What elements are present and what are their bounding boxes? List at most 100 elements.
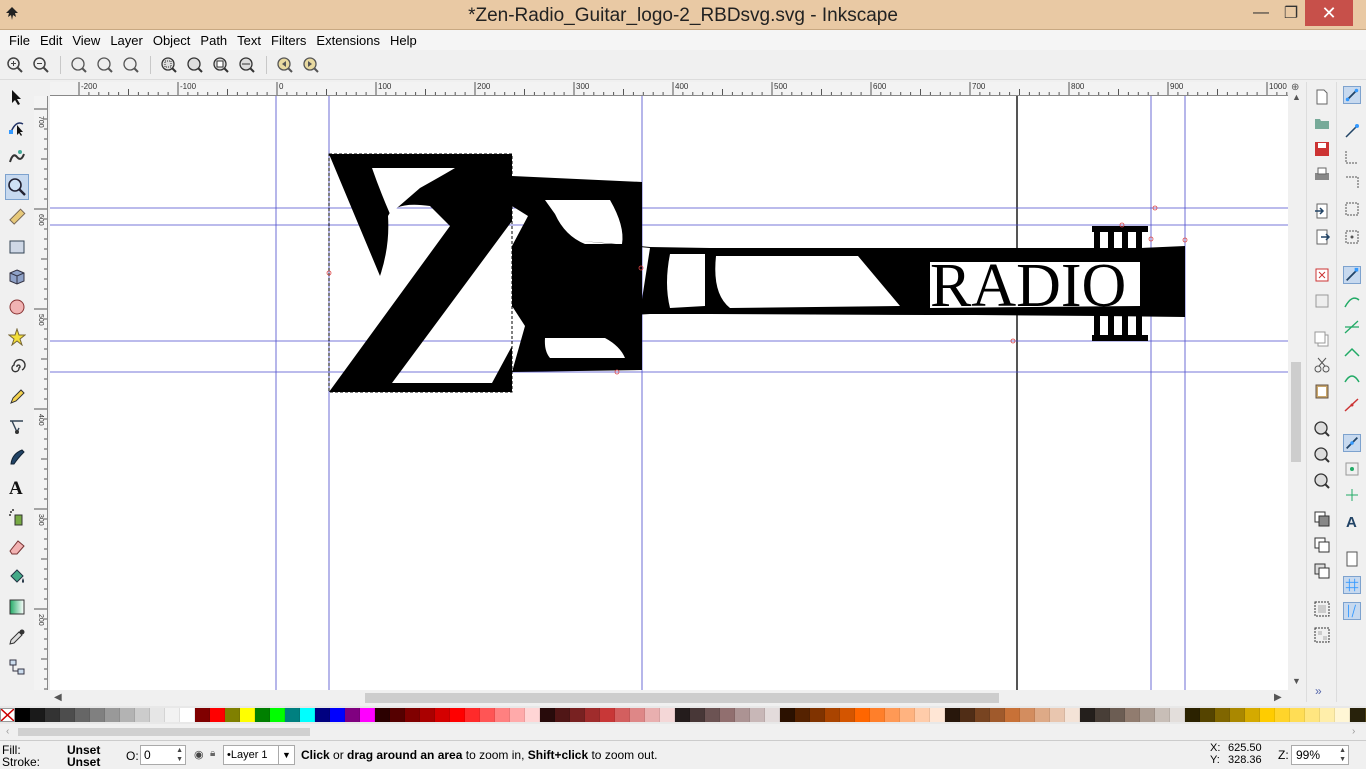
palette-swatches[interactable] [15, 708, 1366, 722]
color-swatch[interactable] [1050, 708, 1065, 722]
color-swatch[interactable] [135, 708, 150, 722]
layer-dropdown[interactable]: •Layer 1 ▼ [223, 745, 295, 765]
menu-view[interactable]: View [67, 33, 105, 48]
zoom-tool[interactable] [5, 174, 29, 200]
palette-scrollbar[interactable]: ‹ › [0, 724, 1366, 740]
color-swatch[interactable] [465, 708, 480, 722]
color-swatch[interactable] [75, 708, 90, 722]
horizontal-scrollbar[interactable]: ◀ ▶ [50, 690, 1288, 706]
snap-path-intersection-icon[interactable] [1343, 318, 1361, 336]
color-swatch[interactable] [1020, 708, 1035, 722]
color-swatch[interactable] [960, 708, 975, 722]
color-swatch[interactable] [870, 708, 885, 722]
snap-bbox-edge-icon[interactable] [1343, 148, 1361, 166]
lock-icon[interactable]: 🔒︎ [210, 748, 215, 759]
color-swatch[interactable] [795, 708, 810, 722]
horizontal-ruler[interactable]: -200 -100 0 100 200 300 400 500 600 700 … [50, 82, 1288, 96]
color-swatch[interactable] [1095, 708, 1110, 722]
clone-icon[interactable] [1313, 536, 1331, 554]
ellipse-tool[interactable] [5, 294, 29, 320]
color-swatch[interactable] [225, 708, 240, 722]
snap-rotation-centers-icon[interactable] [1343, 486, 1361, 504]
color-swatch[interactable] [345, 708, 360, 722]
color-swatch[interactable] [315, 708, 330, 722]
connector-tool[interactable] [5, 654, 29, 680]
color-swatch[interactable] [1185, 708, 1200, 722]
color-swatch[interactable] [1080, 708, 1095, 722]
star-tool[interactable] [5, 324, 29, 350]
stroke-value[interactable]: Unset [67, 755, 100, 769]
color-swatch[interactable] [930, 708, 945, 722]
zoom-selection-right-icon[interactable] [1313, 420, 1331, 438]
horizontal-scroll-thumb[interactable] [365, 693, 999, 703]
color-swatch[interactable] [945, 708, 960, 722]
vertical-scrollbar[interactable]: ⊕ ▲ ▼ [1288, 82, 1304, 690]
snap-page-border-icon[interactable] [1343, 550, 1361, 568]
color-swatch[interactable] [630, 708, 645, 722]
color-swatch[interactable] [720, 708, 735, 722]
palette-scroll-thumb[interactable] [18, 728, 310, 736]
open-folder-icon[interactable] [1313, 114, 1331, 132]
eraser-tool[interactable] [5, 534, 29, 560]
color-swatch[interactable] [195, 708, 210, 722]
color-swatch[interactable] [1005, 708, 1020, 722]
zoom-1-2-icon[interactable] [96, 56, 114, 74]
copy-icon[interactable] [1313, 330, 1331, 348]
color-swatch[interactable] [1125, 708, 1140, 722]
calligraphy-tool[interactable] [5, 444, 29, 470]
cut-icon[interactable] [1313, 356, 1331, 374]
snap-guides-icon[interactable] [1343, 602, 1361, 620]
color-swatch[interactable] [480, 708, 495, 722]
ungroup-icon[interactable] [1313, 626, 1331, 644]
color-swatch[interactable] [675, 708, 690, 722]
color-swatch[interactable] [600, 708, 615, 722]
snap-bbox-corner-icon[interactable] [1343, 174, 1361, 192]
color-swatch[interactable] [30, 708, 45, 722]
tweak-tool[interactable] [5, 144, 29, 170]
zoom-selection-icon[interactable] [160, 56, 178, 74]
color-swatch[interactable] [450, 708, 465, 722]
color-swatch[interactable] [240, 708, 255, 722]
scroll-left-icon[interactable]: ◀ [54, 692, 62, 703]
color-swatch[interactable] [435, 708, 450, 722]
snap-others-icon[interactable] [1343, 434, 1361, 452]
color-swatch[interactable] [1035, 708, 1050, 722]
3dbox-tool[interactable] [5, 264, 29, 290]
logo-z[interactable] [329, 154, 512, 392]
color-swatch[interactable] [405, 708, 420, 722]
snap-enable-icon[interactable] [1343, 86, 1361, 104]
color-swatch[interactable] [300, 708, 315, 722]
color-swatch[interactable] [1155, 708, 1170, 722]
color-swatch[interactable] [270, 708, 285, 722]
undo-icon[interactable] [1313, 266, 1331, 284]
zoom-prev-icon[interactable] [276, 56, 294, 74]
drawing-canvas[interactable]: RADIO [50, 96, 1288, 690]
zoom-2-1-icon[interactable] [122, 56, 140, 74]
color-swatch[interactable] [15, 708, 30, 722]
pencil-tool[interactable] [5, 384, 29, 410]
zoom-drawing-icon[interactable] [186, 56, 204, 74]
color-swatch[interactable] [735, 708, 750, 722]
dropper-tool[interactable] [5, 624, 29, 650]
more-commands-icon[interactable]: » [1315, 684, 1322, 698]
chevron-down-icon[interactable]: ▼ [278, 746, 294, 764]
scroll-up-icon[interactable]: ▲ [1292, 92, 1301, 102]
measure-tool[interactable] [5, 204, 29, 230]
color-swatch[interactable] [1215, 708, 1230, 722]
color-swatch[interactable] [540, 708, 555, 722]
menu-extensions[interactable]: Extensions [311, 33, 385, 48]
snap-bbox-center-icon[interactable] [1343, 228, 1361, 246]
color-swatch[interactable] [750, 708, 765, 722]
snap-paths-icon[interactable] [1343, 292, 1361, 310]
palette-scroll-right-icon[interactable]: › [1352, 726, 1355, 737]
color-swatch[interactable] [900, 708, 915, 722]
color-swatch[interactable] [375, 708, 390, 722]
color-swatch[interactable] [495, 708, 510, 722]
paint-bucket-tool[interactable] [5, 564, 29, 590]
color-swatch[interactable] [330, 708, 345, 722]
color-swatch[interactable] [780, 708, 795, 722]
color-swatch[interactable] [690, 708, 705, 722]
snap-cusp-nodes-icon[interactable] [1343, 344, 1361, 362]
color-swatch[interactable] [525, 708, 540, 722]
palette-scroll-left-icon[interactable]: ‹ [6, 726, 9, 737]
